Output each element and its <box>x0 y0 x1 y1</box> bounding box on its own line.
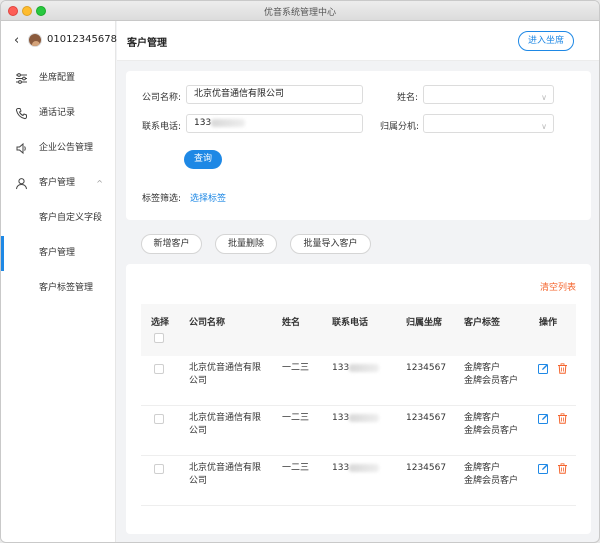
customer-table: 清空列表 选择 公司名称 姓名 联系电话 归属坐席 客户标签 操作 北京优音通信… <box>126 264 591 534</box>
sidebar-item-label: 企业公告管理 <box>39 143 94 153</box>
sidebar-item-label: 通话记录 <box>39 108 76 118</box>
page-title: 客户管理 <box>127 38 167 49</box>
masked-digits <box>211 118 246 127</box>
cell-phone: 133 <box>332 362 380 375</box>
cell-company: 北京优音通信有限 公司 <box>189 463 262 486</box>
col-name: 姓名 <box>282 318 301 328</box>
batch-import-button[interactable]: 批量导入客户 <box>290 234 371 254</box>
select-all-checkbox[interactable] <box>154 333 164 343</box>
chevron-down-icon: ∨ <box>541 122 547 131</box>
col-tags: 客户标签 <box>464 318 501 328</box>
row-checkbox[interactable] <box>154 364 164 374</box>
cell-tags: 金牌客户 金牌会员客户 <box>464 463 519 486</box>
enter-seat-button[interactable]: 进入坐席 <box>518 31 574 51</box>
title-bar: 优音系统管理中心 <box>1 1 599 21</box>
col-seat: 归属坐席 <box>406 318 443 328</box>
select-tags-link[interactable]: 选择标签 <box>190 191 226 204</box>
row-checkbox[interactable] <box>154 464 164 474</box>
cell-company: 北京优音通信有限 公司 <box>189 363 262 386</box>
sidebar-item-call-records[interactable]: 通话记录 <box>1 96 115 131</box>
clear-list-link[interactable]: 清空列表 <box>540 280 576 293</box>
name-select[interactable]: ∨ <box>423 85 554 104</box>
cell-tags: 金牌客户 金牌会员客户 <box>464 413 519 436</box>
sidebar-item-label: 客户标签管理 <box>39 283 94 293</box>
sidebar: ‹ 01012345678 坐席配置 通话记录 企业公告管理 客户管理 ^ 客户… <box>1 21 117 542</box>
edit-icon[interactable] <box>538 363 549 374</box>
sidebar-item-label: 客户自定义字段 <box>39 213 103 223</box>
edit-icon[interactable] <box>538 413 549 424</box>
extension-select[interactable]: ∨ <box>423 114 554 133</box>
company-input[interactable]: 北京优音通信有限公司 <box>186 85 363 104</box>
cell-company: 北京优音通信有限 公司 <box>189 413 262 436</box>
tag-filter-label: 标签筛选: <box>142 194 182 204</box>
sidebar-item-customer-management[interactable]: 客户管理 ^ <box>1 166 115 201</box>
cell-tags: 金牌客户 金牌会员客户 <box>464 363 519 386</box>
phone-value: 133 <box>194 118 212 128</box>
trash-icon[interactable] <box>557 463 568 474</box>
add-customer-button[interactable]: 新增客户 <box>141 234 202 254</box>
col-company: 公司名称 <box>189 318 226 328</box>
table-row: 北京优音通信有限 公司 一二三 133 1234567 金牌客户 金牌会员客户 <box>141 356 576 406</box>
table-header: 选择 公司名称 姓名 联系电话 归属坐席 客户标签 操作 <box>141 304 576 356</box>
user-bar: ‹ 01012345678 <box>1 21 117 61</box>
chevron-down-icon: ∨ <box>541 93 547 102</box>
batch-delete-button[interactable]: 批量删除 <box>215 234 277 254</box>
company-label: 公司名称: <box>142 93 182 103</box>
sidebar-item-custom-fields[interactable]: 客户自定义字段 <box>1 201 115 236</box>
sidebar-item-announcements[interactable]: 企业公告管理 <box>1 131 115 166</box>
name-label: 姓名: <box>397 93 419 103</box>
cell-phone: 133 <box>332 412 380 425</box>
page-header: 客户管理 进入坐席 <box>117 21 599 61</box>
extension-label: 归属分机: <box>380 122 420 132</box>
app-window: 优音系统管理中心 ‹ 01012345678 坐席配置 通话记录 企业公告管理 … <box>0 0 600 543</box>
sidebar-item-label: 坐席配置 <box>39 73 76 83</box>
user-icon <box>16 178 27 190</box>
sidebar-item-label: 客户管理 <box>39 248 76 258</box>
avatar[interactable] <box>28 33 42 47</box>
main-content: 客户管理 进入坐席 公司名称: 北京优音通信有限公司 姓名: ∨ 联系电话: 1… <box>117 21 599 542</box>
trash-icon[interactable] <box>557 363 568 374</box>
back-chevron-icon[interactable]: ‹ <box>14 34 19 47</box>
filter-panel: 公司名称: 北京优音通信有限公司 姓名: ∨ 联系电话: 133 归属分机: ∨… <box>126 71 591 220</box>
col-actions: 操作 <box>539 318 558 328</box>
cell-seat: 1234567 <box>406 413 447 423</box>
cell-seat: 1234567 <box>406 463 447 473</box>
sliders-icon <box>16 73 27 84</box>
col-phone: 联系电话 <box>332 318 369 328</box>
sidebar-item-customers[interactable]: 客户管理 <box>1 236 115 271</box>
sidebar-item-seat-config[interactable]: 坐席配置 <box>1 61 115 96</box>
sidebar-item-customer-tags[interactable]: 客户标签管理 <box>1 271 115 306</box>
row-checkbox[interactable] <box>154 414 164 424</box>
edit-icon[interactable] <box>538 463 549 474</box>
cell-name: 一二三 <box>282 413 310 423</box>
cell-name: 一二三 <box>282 363 310 373</box>
cell-name: 一二三 <box>282 463 310 473</box>
phone-label: 联系电话: <box>142 122 182 132</box>
phone-input[interactable]: 133 <box>186 114 363 133</box>
sidebar-item-label: 客户管理 <box>39 178 76 188</box>
col-select: 选择 <box>151 318 170 328</box>
table-row: 北京优音通信有限 公司 一二三 133 1234567 金牌客户 金牌会员客户 <box>141 406 576 456</box>
table-row: 北京优音通信有限 公司 一二三 133 1234567 金牌客户 金牌会员客户 <box>141 456 576 506</box>
trash-icon[interactable] <box>557 413 568 424</box>
query-button[interactable]: 查询 <box>184 150 222 169</box>
phone-icon <box>15 108 27 120</box>
cell-phone: 133 <box>332 462 380 475</box>
window-title: 优音系统管理中心 <box>263 8 336 18</box>
speaker-icon <box>16 142 26 155</box>
chevron-up-icon: ^ <box>96 179 103 188</box>
user-phone: 01012345678 <box>47 34 117 45</box>
cell-seat: 1234567 <box>406 363 447 373</box>
